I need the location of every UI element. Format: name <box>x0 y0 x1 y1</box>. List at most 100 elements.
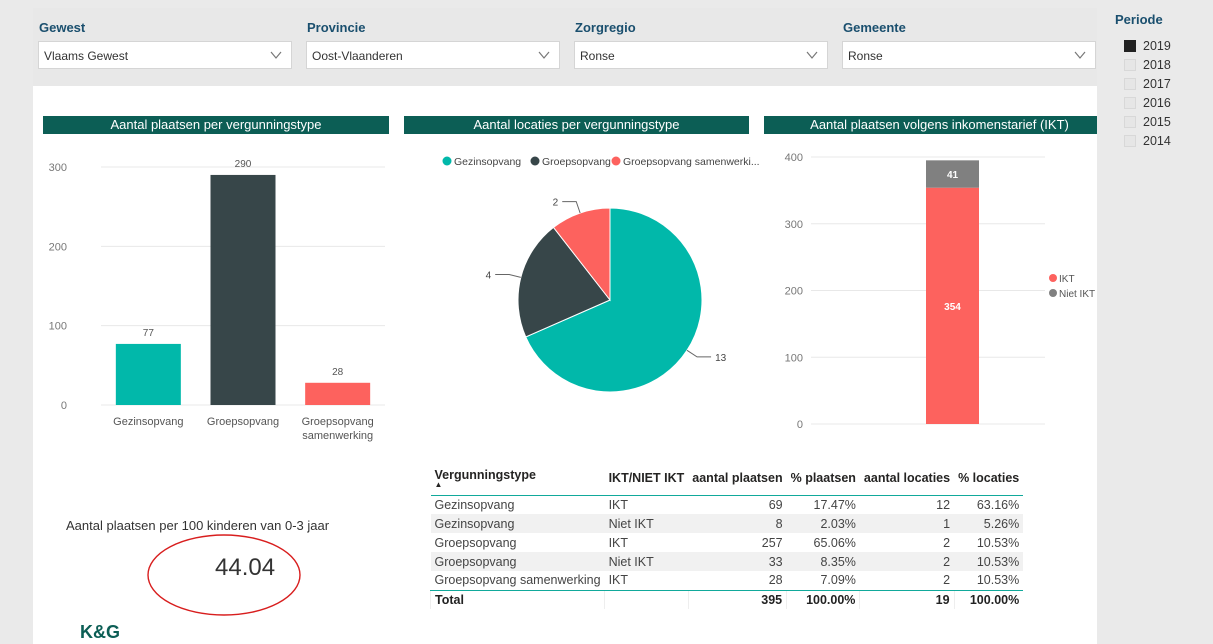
chevron-down-icon <box>538 51 550 59</box>
table-cell: 63.16% <box>976 497 1020 512</box>
data-label: 290 <box>235 159 252 170</box>
bar <box>210 174 276 405</box>
periode-option-2019[interactable]: 2019 <box>1124 38 1204 54</box>
periode-option-label: 2015 <box>1143 115 1171 129</box>
legend-label: IKT <box>1059 274 1075 285</box>
slicer-gemeente: Gemeente Ronse <box>837 8 1105 86</box>
slicer-provincie-title: Provincie <box>307 20 366 35</box>
table-cell: IKT <box>608 573 629 588</box>
table-cell: 2 <box>943 573 951 588</box>
slicer-gewest: Gewest Vlaams Gewest <box>33 8 301 86</box>
table-cell: Groepsopvang <box>434 535 517 550</box>
periode-option-label: 2016 <box>1143 96 1171 110</box>
col-pct-locaties[interactable]: % locaties <box>954 463 1024 496</box>
checkbox-icon[interactable] <box>1124 78 1136 90</box>
col-vergunningstype[interactable]: Vergunningstype ▲ <box>430 463 605 496</box>
data-label: 28 <box>332 367 344 378</box>
table-cell: 100.00% <box>953 589 1024 609</box>
table-cell: Total <box>429 589 605 609</box>
legend-label: Gezinsopvang <box>454 156 521 168</box>
periode-option-2018[interactable]: 2018 <box>1124 57 1204 73</box>
gemeente-value: Ronse <box>848 49 883 63</box>
x-tick-label: samenwerking <box>302 430 373 442</box>
data-label: 2 <box>553 198 559 209</box>
table-cell: 8 <box>688 514 787 533</box>
col-ikt[interactable]: IKT/NIET IKT <box>604 463 689 496</box>
legend-label: Niet IKT <box>1059 289 1095 300</box>
periode-option-label: 2014 <box>1143 134 1171 148</box>
y-tick-label: 300 <box>785 219 803 231</box>
report-canvas: Gewest Vlaams Gewest Provincie Oost-Vlaa… <box>33 8 1115 644</box>
chart-locaties-title: Aantal locaties per vergunningstype <box>404 116 749 134</box>
bar <box>115 343 181 405</box>
table-cell: 19 <box>859 589 955 609</box>
table-cell: 65.06% <box>813 535 856 550</box>
table-cell: 1 <box>859 514 955 533</box>
table-cell: 10.53% <box>954 552 1024 571</box>
table-cell: 2 <box>943 535 951 550</box>
leader-line <box>562 201 581 214</box>
chart-locaties-per-vergunningstype: Gezinsopvang Groepsopvang Groepsopvang sam… <box>442 156 760 393</box>
data-label: 4 <box>486 270 492 281</box>
chart-ikt-title: Aantal plaatsen volgens inkomenstarief (… <box>764 116 1115 134</box>
chevron-down-icon <box>806 51 818 59</box>
table-cell: Gezinsopvang <box>434 497 515 512</box>
x-tick-label: Groepsopvang <box>207 416 279 428</box>
table-cell: 7.09% <box>820 573 856 588</box>
periode-title: Periode <box>1115 12 1163 27</box>
col-aantal-plaatsen[interactable]: aantal plaatsen <box>688 463 787 496</box>
filter-bar: Gewest Vlaams Gewest Provincie Oost-Vlaa… <box>33 8 1097 86</box>
y-tick-label: 200 <box>49 241 67 253</box>
y-tick-label: 100 <box>49 321 67 333</box>
table-row: Groepsopvang Niet IKT 33 8.35% 2 10.53% <box>430 552 1024 571</box>
checkbox-icon[interactable] <box>1124 97 1136 109</box>
col-pct-plaatsen[interactable]: % plaatsen <box>786 463 860 496</box>
table-cell: Niet IKT <box>604 552 689 571</box>
kpi-label: Aantal plaatsen per 100 kinderen van 0-3… <box>66 518 330 533</box>
slicer-zorgregio: Zorgregio Ronse <box>569 8 837 86</box>
slicer-gewest-title: Gewest <box>39 20 86 35</box>
checkbox-icon[interactable] <box>1124 135 1136 147</box>
gewest-dropdown[interactable]: Vlaams Gewest <box>38 41 292 69</box>
data-label: 77 <box>143 328 155 339</box>
x-tick-label: Gezinsopvang <box>113 416 183 428</box>
table-cell: Groepsopvang <box>430 552 605 571</box>
periode-option-2016[interactable]: 2016 <box>1124 95 1204 111</box>
provincie-dropdown[interactable]: Oost-Vlaanderen <box>306 41 560 69</box>
legend-marker <box>442 156 452 166</box>
col-aantal-locaties[interactable]: aantal locaties <box>859 463 955 496</box>
zorgregio-value: Ronse <box>580 49 615 63</box>
checkbox-icon[interactable] <box>1124 40 1136 52</box>
legend-marker <box>611 156 621 166</box>
legend-marker <box>1049 289 1057 297</box>
table-cell: 395 <box>687 589 787 609</box>
checkbox-icon[interactable] <box>1124 59 1136 71</box>
periode-option-label: 2017 <box>1143 77 1171 91</box>
table-cell: 2.03% <box>786 514 860 533</box>
table-cell: 33 <box>688 552 787 571</box>
y-tick-label: 0 <box>61 400 67 412</box>
table-cell: 17.47% <box>813 497 856 512</box>
table-cell: 2 <box>859 552 955 571</box>
checkbox-icon[interactable] <box>1124 116 1136 128</box>
chart-plaatsen-inkomenstarief: 0 100 200 300 400 354 41 IKT Niet IKT <box>785 152 1095 428</box>
periode-option-2014[interactable]: 2014 <box>1124 133 1204 149</box>
zorgregio-dropdown[interactable]: Ronse <box>574 41 828 69</box>
periode-option-label: 2019 <box>1143 39 1171 53</box>
y-tick-label: 0 <box>797 419 803 428</box>
leader-line <box>686 349 712 358</box>
table-total-row: Total 395 100.00% 19 100.00% <box>429 589 1024 609</box>
table-cell: 5.26% <box>954 514 1024 533</box>
sort-ascending-icon[interactable]: ▲ <box>435 480 601 488</box>
table-header-row: Vergunningstype ▲ IKT/NIET IKT aantal pla… <box>430 463 1024 496</box>
y-tick-label: 400 <box>785 152 803 164</box>
periode-option-2017[interactable]: 2017 <box>1124 76 1204 92</box>
table-cell: 8.35% <box>786 552 860 571</box>
periode-option-2015[interactable]: 2015 <box>1124 114 1204 130</box>
gemeente-dropdown[interactable]: Ronse <box>842 41 1096 69</box>
table-cell: Gezinsopvang <box>430 514 605 533</box>
table-cell: 69 <box>768 497 783 512</box>
bar <box>305 382 371 405</box>
legend-marker <box>530 156 540 166</box>
vergunningstype-table: Vergunningstype ▲ IKT/NIET IKT aantal pla… <box>429 463 1024 609</box>
